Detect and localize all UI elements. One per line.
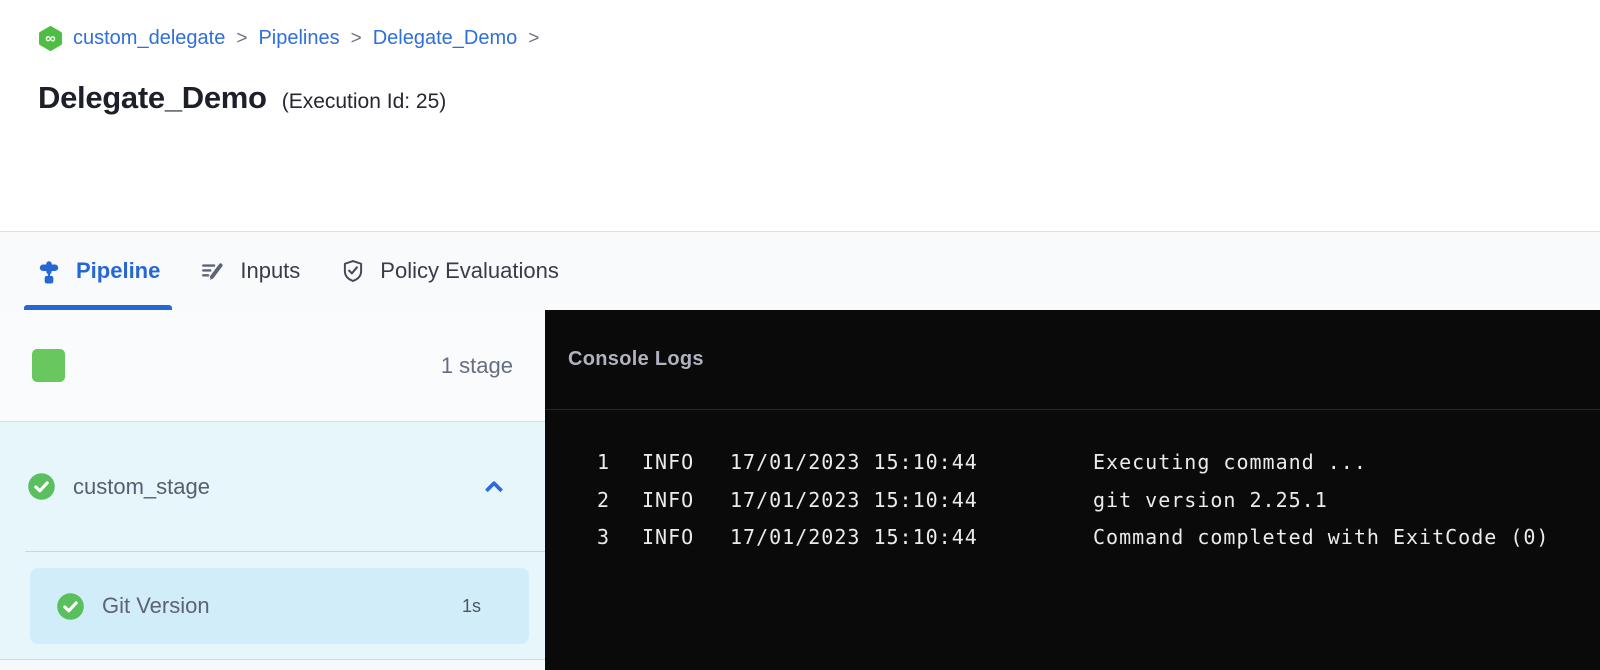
chevron-up-icon[interactable] [481,474,507,500]
stage-panel-footer [0,660,545,670]
log-message: Executing command ... [1093,444,1600,482]
pipeline-execution-page: ∞ custom_delegate > Pipelines > Delegate… [0,0,1600,670]
shield-check-icon [340,258,366,284]
log-message: git version 2.25.1 [1093,482,1600,520]
svg-text:∞: ∞ [45,31,55,47]
breadcrumb-link-pipelines[interactable]: Pipelines [258,27,339,50]
console-log-area[interactable]: 1 INFO 17/01/2023 15:10:44 Executing com… [545,410,1600,557]
log-line-number: 2 [545,482,610,520]
log-timestamp: 17/01/2023 15:10:44 [730,519,1093,557]
tab-label: Inputs [240,258,300,284]
breadcrumb-link-project[interactable]: custom_delegate [73,27,225,50]
log-timestamp: 17/01/2023 15:10:44 [730,444,1093,482]
log-message: Command completed with ExitCode (0) [1093,519,1600,557]
breadcrumb-separator: > [235,28,248,50]
stage-row-custom-stage[interactable]: custom_stage [0,422,545,551]
log-line-number: 3 [545,519,610,557]
page-header: ∞ custom_delegate > Pipelines > Delegate… [0,0,1600,231]
stage-status-square-icon [32,349,65,382]
tab-label: Pipeline [76,258,160,284]
console-logs-title: Console Logs [568,348,704,371]
stage-count-label: 1 stage [441,353,513,379]
title-row: Delegate_Demo (Execution Id: 25) [38,80,1600,116]
execution-id-label: (Execution Id: 25) [282,90,447,114]
log-line: 2 INFO 17/01/2023 15:10:44 git version 2… [545,482,1600,520]
execution-content: 1 stage custom_stage [0,310,1600,670]
stage-divider [25,551,545,552]
tab-policy-evaluations[interactable]: Policy Evaluations [328,232,571,310]
pipeline-icon [36,258,62,284]
log-level: INFO [610,482,730,520]
log-line-number: 1 [545,444,610,482]
inputs-edit-icon [200,258,226,284]
console-logs-panel: Console Logs 1 INFO 17/01/2023 15:10:44 … [545,310,1600,670]
step-row-git-version[interactable]: Git Version 1s [30,568,529,644]
log-line: 1 INFO 17/01/2023 15:10:44 Executing com… [545,444,1600,482]
breadcrumb-separator: > [527,28,540,50]
tab-label: Policy Evaluations [380,258,559,284]
execution-tabbar: Pipeline Inputs Policy Evaluations [0,231,1600,310]
console-logs-header: Console Logs [545,310,1600,410]
log-level: INFO [610,444,730,482]
log-timestamp: 17/01/2023 15:10:44 [730,482,1093,520]
step-name-label: Git Version [102,593,210,619]
tab-inputs[interactable]: Inputs [188,232,312,310]
breadcrumb-link-pipeline[interactable]: Delegate_Demo [373,27,518,50]
stage-name-label: custom_stage [73,474,210,500]
stage-card: custom_stage Git Version 1s [0,422,545,660]
log-level: INFO [610,519,730,557]
page-title: Delegate_Demo [38,80,267,116]
breadcrumb-separator: > [350,28,363,50]
check-circle-icon [56,592,85,621]
harness-infinity-icon: ∞ [38,26,63,51]
step-duration-label: 1s [462,596,481,617]
stage-summary-bar: 1 stage [0,310,545,422]
check-circle-icon [27,472,56,501]
breadcrumb: ∞ custom_delegate > Pipelines > Delegate… [38,26,1600,51]
log-line: 3 INFO 17/01/2023 15:10:44 Command compl… [545,519,1600,557]
tab-pipeline[interactable]: Pipeline [24,232,172,310]
stage-panel: 1 stage custom_stage [0,310,545,670]
